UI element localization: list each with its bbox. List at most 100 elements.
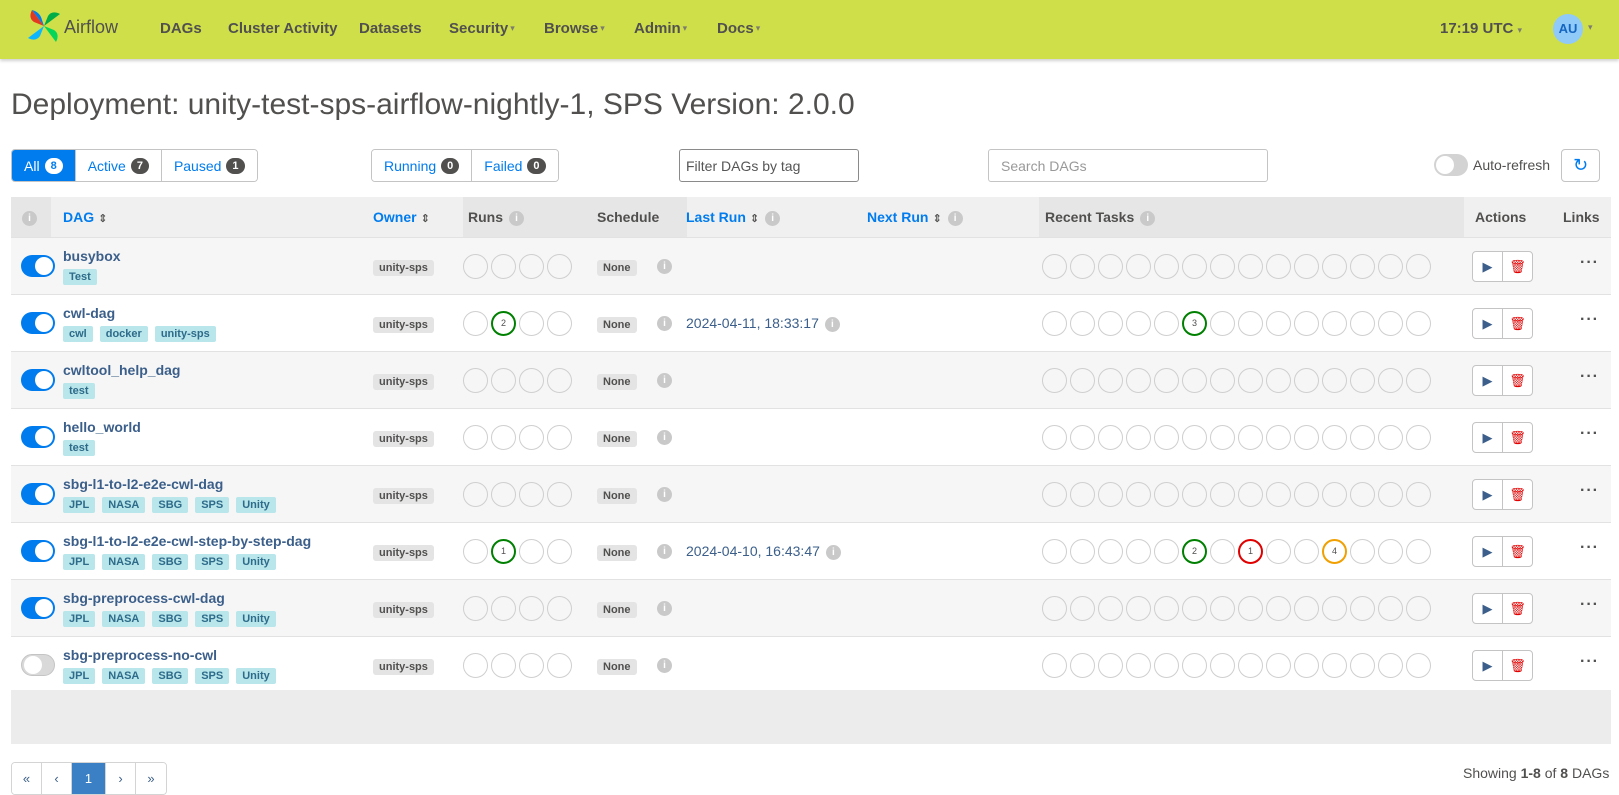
task-status-circle[interactable] bbox=[1154, 539, 1179, 564]
info-icon[interactable]: i bbox=[657, 658, 672, 673]
task-status-circle[interactable] bbox=[1154, 425, 1179, 450]
tag-filter-input[interactable]: Filter DAGs by tag bbox=[679, 149, 859, 182]
dag-tag[interactable]: NASA bbox=[102, 554, 146, 570]
dag-link[interactable]: busybox bbox=[63, 248, 121, 264]
dag-tag[interactable]: JPL bbox=[63, 497, 96, 513]
task-status-circle[interactable] bbox=[1378, 653, 1403, 678]
task-status-circle[interactable] bbox=[1042, 254, 1067, 279]
run-status-circle[interactable] bbox=[463, 368, 488, 393]
last-page-button[interactable]: » bbox=[136, 763, 166, 794]
task-status-circle[interactable] bbox=[1042, 539, 1067, 564]
task-status-circle[interactable] bbox=[1070, 596, 1095, 621]
nav-browse[interactable]: Browse ▾ bbox=[544, 20, 605, 37]
delete-dag-button[interactable]: 🗑 bbox=[1502, 308, 1533, 339]
airflow-logo-icon[interactable] bbox=[26, 8, 62, 44]
info-icon[interactable]: i bbox=[824, 317, 840, 332]
task-status-circle[interactable] bbox=[1042, 311, 1067, 336]
task-status-circle[interactable] bbox=[1406, 653, 1431, 678]
info-icon[interactable]: i bbox=[22, 211, 37, 226]
run-status-circle[interactable] bbox=[547, 539, 572, 564]
task-status-circle[interactable] bbox=[1042, 482, 1067, 507]
task-status-circle[interactable] bbox=[1238, 482, 1263, 507]
dag-tag[interactable]: SPS bbox=[195, 611, 230, 627]
links-menu-button[interactable]: ··· bbox=[1580, 311, 1599, 329]
next-page-button[interactable]: › bbox=[106, 763, 136, 794]
task-status-circle[interactable] bbox=[1070, 311, 1095, 336]
owner-badge[interactable]: unity-sps bbox=[373, 317, 434, 333]
task-status-circle[interactable] bbox=[1266, 425, 1291, 450]
brand-name[interactable]: Airflow bbox=[64, 17, 118, 38]
dag-tag[interactable]: test bbox=[63, 440, 95, 456]
task-status-circle[interactable] bbox=[1266, 482, 1291, 507]
owner-badge[interactable]: unity-sps bbox=[373, 488, 434, 504]
task-status-circle[interactable] bbox=[1070, 425, 1095, 450]
links-menu-button[interactable]: ··· bbox=[1580, 368, 1599, 386]
dag-tag[interactable]: Unity bbox=[236, 668, 276, 684]
run-status-circle[interactable] bbox=[463, 539, 488, 564]
run-status-circle[interactable] bbox=[519, 425, 544, 450]
task-status-circle[interactable] bbox=[1378, 596, 1403, 621]
task-status-circle[interactable] bbox=[1238, 254, 1263, 279]
task-status-circle[interactable] bbox=[1378, 254, 1403, 279]
run-status-circle[interactable] bbox=[491, 368, 516, 393]
dag-tag[interactable]: SBG bbox=[152, 611, 189, 627]
task-status-circle[interactable] bbox=[1238, 653, 1263, 678]
task-status-circle[interactable] bbox=[1210, 596, 1235, 621]
links-menu-button[interactable]: ··· bbox=[1580, 482, 1599, 500]
filter-running-button[interactable]: Running 0 bbox=[372, 150, 473, 181]
trigger-dag-button[interactable]: ▶ bbox=[1472, 251, 1503, 282]
run-status-circle[interactable] bbox=[519, 596, 544, 621]
task-status-circle[interactable] bbox=[1294, 311, 1319, 336]
last-run-link[interactable]: 2024-04-10, 16:43:47 i bbox=[686, 543, 841, 560]
links-menu-button[interactable]: ··· bbox=[1580, 425, 1599, 443]
dag-tag[interactable]: unity-sps bbox=[154, 326, 216, 342]
trigger-dag-button[interactable]: ▶ bbox=[1472, 536, 1503, 567]
nav-security[interactable]: Security ▾ bbox=[449, 20, 515, 37]
delete-dag-button[interactable]: 🗑 bbox=[1502, 479, 1533, 510]
task-status-circle[interactable] bbox=[1294, 425, 1319, 450]
info-icon[interactable]: i bbox=[657, 316, 672, 331]
task-status-circle[interactable] bbox=[1126, 425, 1151, 450]
task-status-circle[interactable] bbox=[1126, 596, 1151, 621]
run-status-circle[interactable] bbox=[491, 596, 516, 621]
task-status-circle[interactable] bbox=[1266, 254, 1291, 279]
task-status-circle[interactable] bbox=[1378, 539, 1403, 564]
dag-tag[interactable]: SPS bbox=[195, 668, 230, 684]
filter-active-button[interactable]: Active 7 bbox=[75, 150, 162, 181]
owner-badge[interactable]: unity-sps bbox=[373, 431, 434, 447]
task-status-circle[interactable] bbox=[1406, 311, 1431, 336]
task-status-circle[interactable]: 3 bbox=[1182, 311, 1207, 336]
task-status-circle[interactable] bbox=[1322, 368, 1347, 393]
task-status-circle[interactable] bbox=[1098, 425, 1123, 450]
task-status-circle[interactable] bbox=[1350, 254, 1375, 279]
dag-tag[interactable]: SBG bbox=[152, 554, 189, 570]
task-status-circle[interactable] bbox=[1070, 539, 1095, 564]
links-menu-button[interactable]: ··· bbox=[1580, 653, 1599, 671]
dag-tag[interactable]: SBG bbox=[152, 668, 189, 684]
owner-badge[interactable]: unity-sps bbox=[373, 602, 434, 618]
delete-dag-button[interactable]: 🗑 bbox=[1502, 593, 1533, 624]
task-status-circle[interactable] bbox=[1322, 653, 1347, 678]
owner-badge[interactable]: unity-sps bbox=[373, 374, 434, 390]
dag-pause-toggle[interactable] bbox=[21, 483, 55, 505]
task-status-circle[interactable] bbox=[1182, 425, 1207, 450]
task-status-circle[interactable]: 2 bbox=[1182, 539, 1207, 564]
run-status-circle[interactable] bbox=[547, 653, 572, 678]
dag-tag[interactable]: docker bbox=[99, 326, 148, 342]
task-status-circle[interactable] bbox=[1322, 596, 1347, 621]
run-status-circle[interactable] bbox=[547, 596, 572, 621]
info-icon[interactable]: i bbox=[657, 544, 672, 559]
run-status-circle[interactable] bbox=[519, 539, 544, 564]
owner-badge[interactable]: unity-sps bbox=[373, 659, 434, 675]
info-icon[interactable]: i bbox=[1140, 211, 1156, 226]
run-status-circle[interactable] bbox=[519, 254, 544, 279]
delete-dag-button[interactable]: 🗑 bbox=[1502, 536, 1533, 567]
task-status-circle[interactable] bbox=[1210, 425, 1235, 450]
run-status-circle[interactable] bbox=[519, 653, 544, 678]
task-status-circle[interactable] bbox=[1294, 368, 1319, 393]
task-status-circle[interactable] bbox=[1294, 254, 1319, 279]
delete-dag-button[interactable]: 🗑 bbox=[1502, 422, 1533, 453]
dag-tag[interactable]: test bbox=[63, 383, 95, 399]
task-status-circle[interactable] bbox=[1378, 311, 1403, 336]
dag-pause-toggle[interactable] bbox=[21, 369, 55, 391]
